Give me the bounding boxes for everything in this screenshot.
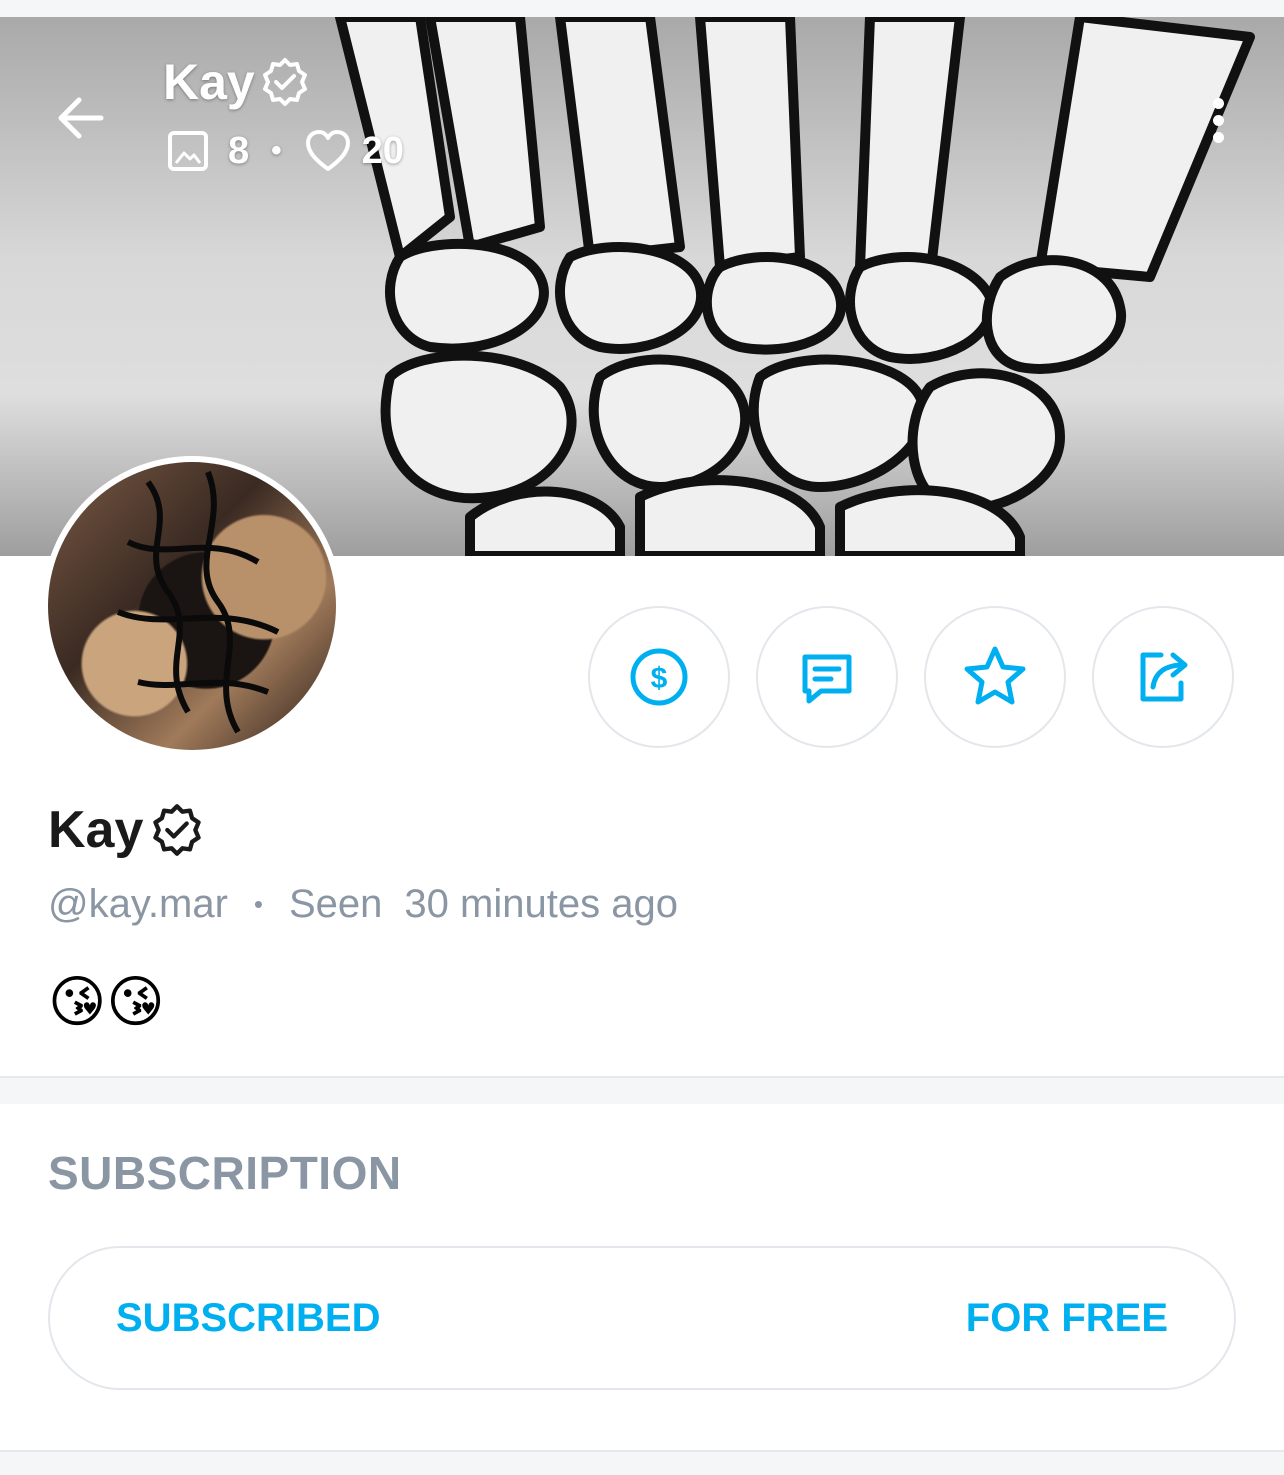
more-dot-icon	[1212, 114, 1224, 126]
stats-separator: •	[271, 134, 282, 167]
media-count: 8	[228, 129, 250, 172]
subscription-section-title: SUBSCRIPTION	[48, 1147, 402, 1199]
message-button[interactable]	[756, 606, 898, 748]
arrow-left-icon	[58, 97, 104, 139]
profile-username: @kay.mar	[48, 882, 228, 926]
tip-button[interactable]: $	[588, 606, 730, 748]
likes-count: 20	[361, 129, 404, 172]
section-gap	[0, 1078, 1284, 1104]
more-dot-icon	[1212, 97, 1224, 109]
dollar-icon: $	[630, 648, 688, 706]
more-dot-icon	[1212, 131, 1224, 143]
status-strip	[0, 0, 1284, 17]
avatar-lace-pattern	[116, 470, 280, 734]
header-stats: 8 • 20	[166, 129, 404, 173]
more-options-button[interactable]	[1196, 87, 1240, 153]
section-gap	[0, 1452, 1284, 1475]
share-button[interactable]	[1092, 606, 1234, 748]
subscribed-label: SUBSCRIBED	[116, 1295, 381, 1340]
meta-separator: •	[253, 889, 263, 919]
profile-bio: 😘😘	[48, 970, 165, 1033]
price-label: FOR FREE	[965, 1295, 1168, 1340]
verified-badge-icon	[153, 804, 202, 856]
back-button[interactable]	[48, 85, 114, 151]
heart-icon	[305, 130, 350, 171]
profile-name-text: Kay	[48, 801, 144, 859]
avatar-image	[48, 462, 336, 750]
subscribed-button[interactable]: SUBSCRIBED FOR FREE	[48, 1246, 1236, 1390]
seen-time: 30 minutes ago	[404, 882, 678, 926]
share-icon	[1140, 652, 1188, 702]
header-name: Kay	[163, 54, 255, 110]
avatar[interactable]	[42, 456, 342, 756]
favorite-button[interactable]	[924, 606, 1066, 748]
verified-badge-icon	[262, 58, 307, 106]
star-icon	[964, 646, 1026, 705]
message-icon	[802, 654, 852, 704]
profile-meta: @kay.mar • Seen 30 minutes ago	[48, 882, 678, 927]
image-icon	[168, 131, 208, 171]
header-title: Kay	[163, 53, 311, 111]
profile-name: Kay	[48, 800, 205, 860]
seen-label: Seen	[289, 882, 383, 926]
svg-text:$: $	[651, 662, 668, 695]
